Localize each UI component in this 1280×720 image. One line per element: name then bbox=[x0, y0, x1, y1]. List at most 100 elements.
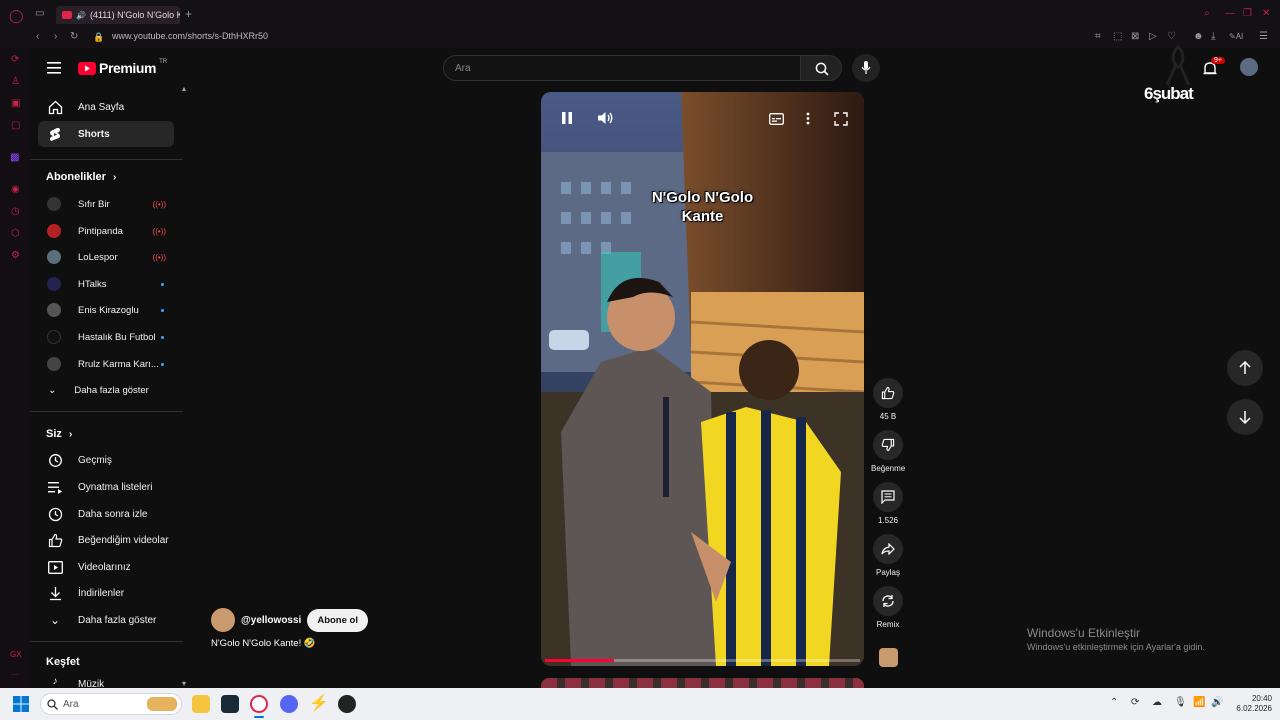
player-icon[interactable]: ▷ bbox=[1149, 32, 1157, 42]
volume-tray-icon[interactable]: 🔊 bbox=[1211, 697, 1223, 708]
bookmark-icon[interactable]: ⌗ bbox=[1095, 32, 1101, 42]
pause-icon[interactable] bbox=[561, 111, 573, 130]
comments-button[interactable] bbox=[873, 482, 903, 512]
profile-icon[interactable]: ☻ bbox=[1193, 32, 1204, 42]
share-button[interactable] bbox=[873, 534, 903, 564]
account-avatar[interactable] bbox=[1240, 58, 1258, 76]
back-icon[interactable]: ‹ bbox=[36, 32, 39, 42]
extensions-icon[interactable]: ⬡ bbox=[11, 228, 20, 239]
mic-tray-icon[interactable]: 🎙 bbox=[1174, 697, 1187, 708]
tab-active[interactable]: 🔊 (4111) N'Golo N'Golo K bbox=[56, 6, 180, 24]
forward-icon[interactable]: › bbox=[54, 32, 57, 42]
search-tabs-icon[interactable]: ⌕ bbox=[1204, 8, 1210, 19]
channel-avatar[interactable] bbox=[211, 608, 235, 632]
next-short-button[interactable] bbox=[1227, 399, 1263, 435]
sidebar-item-your-videos[interactable]: Videolarınız bbox=[38, 554, 174, 580]
tab-manager-icon[interactable]: ▭ bbox=[35, 9, 44, 19]
opera-logo-icon[interactable]: ◯ bbox=[9, 8, 24, 24]
you-header[interactable]: Siz › bbox=[46, 428, 72, 440]
history-sidebar-icon[interactable]: ◷ bbox=[11, 206, 20, 217]
wifi-icon[interactable]: 📶 bbox=[1193, 697, 1205, 708]
progress-track[interactable] bbox=[545, 659, 860, 662]
search-button[interactable] bbox=[800, 55, 842, 81]
clock[interactable]: 20:40 6.02.2026 bbox=[1230, 694, 1272, 714]
windows-start-icon[interactable] bbox=[13, 696, 29, 717]
adblock-icon[interactable]: ⊠ bbox=[1131, 32, 1139, 42]
minimize-icon[interactable]: — bbox=[1225, 8, 1235, 19]
like-button[interactable] bbox=[873, 378, 903, 408]
more-icon[interactable]: ··· bbox=[11, 670, 19, 679]
twitch-icon[interactable]: ▩ bbox=[10, 152, 19, 163]
captions-icon[interactable] bbox=[769, 112, 784, 130]
scroll-up-icon[interactable]: ▴ bbox=[182, 84, 186, 93]
scroll-down-icon[interactable]: ▾ bbox=[182, 679, 186, 688]
sidebar-item-history[interactable]: Geçmiş bbox=[38, 447, 174, 473]
dislike-button[interactable] bbox=[873, 430, 903, 460]
ai-icon[interactable]: ✎AI bbox=[1229, 32, 1243, 42]
next-short-preview[interactable] bbox=[541, 678, 864, 688]
gx-icon[interactable]: GX bbox=[10, 650, 22, 659]
subscription-item[interactable]: Pintipanda ((•)) bbox=[38, 219, 174, 243]
dislike-action[interactable]: Beğenme bbox=[871, 430, 905, 473]
instagram-icon[interactable]: ▢ bbox=[11, 120, 20, 131]
maximize-icon[interactable]: ❐ bbox=[1243, 8, 1252, 19]
sidebar-item-playlists[interactable]: Oynatma listeleri bbox=[38, 474, 174, 500]
file-explorer-icon[interactable] bbox=[192, 695, 210, 713]
comments-action[interactable]: 1.526 bbox=[871, 482, 905, 525]
more-options-icon[interactable] bbox=[806, 112, 810, 130]
discord-icon[interactable] bbox=[280, 695, 298, 713]
show-more-subscriptions[interactable]: ⌄ Daha fazla göster bbox=[38, 378, 174, 402]
show-more-you[interactable]: ⌄ Daha fazla göster bbox=[38, 607, 174, 633]
volume-icon[interactable] bbox=[597, 110, 613, 131]
subscription-item[interactable]: Sıfır Bir ((•)) bbox=[38, 192, 174, 216]
subscription-item[interactable]: HTalks bbox=[38, 272, 174, 296]
doodle-text[interactable]: 6şubat bbox=[1144, 84, 1194, 104]
snapshot-icon[interactable]: ⬚ bbox=[1113, 32, 1122, 42]
sync-icon[interactable]: ⟳ bbox=[1131, 697, 1139, 708]
subscription-item[interactable]: Hastalık Bu Futbol bbox=[38, 325, 174, 349]
search-input[interactable]: Ara bbox=[443, 55, 801, 81]
lightning-app-icon[interactable]: ⚡ bbox=[309, 695, 329, 713]
sidebar-item-watch-later[interactable]: Daha sonra izle bbox=[38, 501, 174, 527]
messenger-icon[interactable]: ▣ bbox=[11, 98, 20, 109]
cloud-icon[interactable]: ☁ bbox=[1152, 697, 1162, 708]
player-sidebar-icon[interactable]: ◉ bbox=[11, 184, 20, 195]
like-action[interactable]: 45 B bbox=[871, 378, 905, 421]
sidebar-item-shorts[interactable]: Shorts bbox=[38, 121, 174, 147]
subscription-item[interactable]: LoLespor ((•)) bbox=[38, 245, 174, 269]
sound-thumbnail[interactable] bbox=[879, 648, 898, 667]
menu-icon[interactable]: ☰ bbox=[1259, 32, 1268, 42]
opera-gx-taskbar-icon[interactable] bbox=[250, 695, 268, 713]
remix-button[interactable] bbox=[873, 586, 903, 616]
download-icon[interactable]: ⤓ bbox=[1211, 32, 1215, 42]
subscription-item[interactable]: Rrulz Karma Karı... bbox=[38, 352, 174, 376]
show-hidden-icons[interactable]: ⌃ bbox=[1110, 697, 1118, 708]
voice-search-button[interactable] bbox=[852, 54, 880, 82]
taskbar-search[interactable]: Ara bbox=[40, 693, 182, 715]
fullscreen-icon[interactable] bbox=[834, 112, 848, 131]
remix-action[interactable]: Remix bbox=[871, 586, 905, 629]
workspaces-icon[interactable]: ♙ bbox=[11, 76, 20, 87]
sidebar-item-downloads[interactable]: İndirilenler bbox=[38, 580, 174, 606]
aria-icon[interactable]: ⟳ bbox=[11, 54, 19, 65]
subscribe-button[interactable]: Abone ol bbox=[307, 608, 368, 632]
sidebar-item-music[interactable]: ♪ Müzik bbox=[38, 675, 174, 688]
previous-short-button[interactable] bbox=[1227, 350, 1263, 386]
short-title[interactable]: N'Golo N'Golo Kante! 🤣 bbox=[211, 638, 316, 649]
url-text[interactable]: www.youtube.com/shorts/s-DthHXRr50 bbox=[112, 31, 268, 41]
heart-icon[interactable]: ♡ bbox=[1167, 32, 1176, 42]
subscriptions-header[interactable]: Abonelikler › bbox=[46, 171, 116, 183]
new-tab-icon[interactable]: + bbox=[185, 8, 192, 20]
short-video-player[interactable]: N'Golo N'Golo Kante bbox=[541, 92, 864, 666]
notifications-button[interactable]: 9+ bbox=[1202, 57, 1225, 78]
share-action[interactable]: Paylaş bbox=[871, 534, 905, 577]
close-window-icon[interactable]: ✕ bbox=[1262, 8, 1270, 19]
subscription-item[interactable]: Enis Kirazoglu bbox=[38, 298, 174, 322]
github-icon[interactable] bbox=[338, 695, 356, 713]
sidebar-item-home[interactable]: Ana Sayfa bbox=[38, 94, 174, 120]
reload-icon[interactable]: ↻ bbox=[70, 32, 78, 42]
settings-icon[interactable]: ⚙ bbox=[11, 250, 20, 261]
channel-handle[interactable]: @yellowossi bbox=[241, 615, 301, 626]
steam-icon[interactable] bbox=[221, 695, 239, 713]
sidebar-item-liked-videos[interactable]: Beğendiğim videolar bbox=[38, 527, 174, 553]
